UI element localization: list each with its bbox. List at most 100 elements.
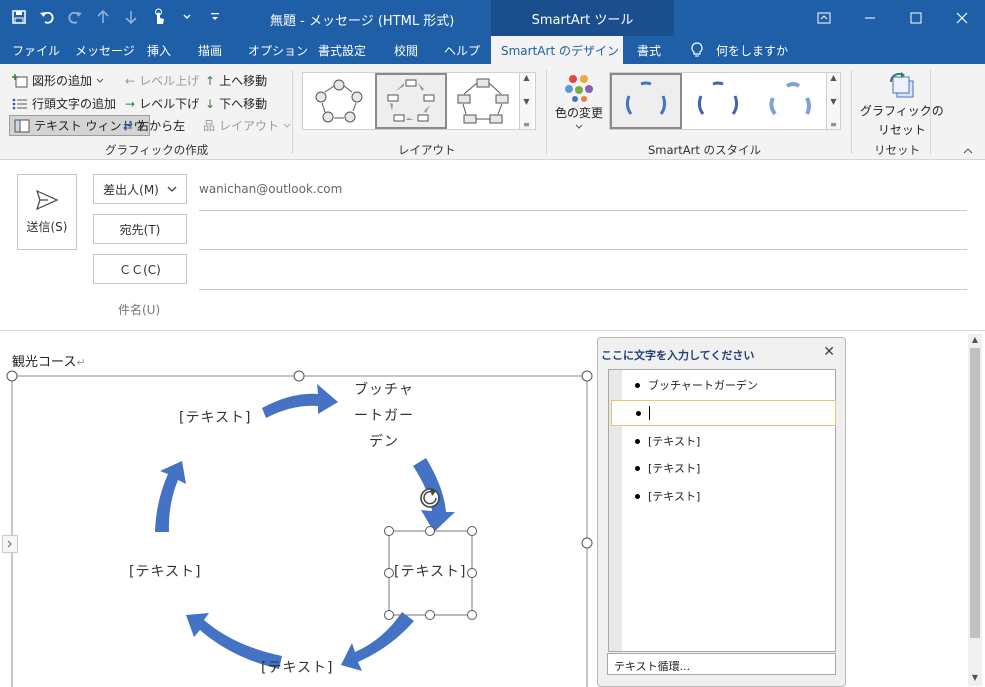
title-bar: 無題 - メッセージ (HTML 形式) SmartArt ツール — [0, 0, 985, 36]
style-moderate[interactable] — [682, 73, 754, 129]
send-icon — [36, 189, 58, 210]
up-arrow-icon[interactable] — [94, 8, 112, 26]
right-to-left-button[interactable]: ⇄ 右から左 — [123, 117, 185, 134]
text-pane-icon — [14, 119, 30, 132]
text-pane-item-text: [テキスト] — [648, 462, 701, 475]
arrow-right-icon: → — [125, 96, 136, 111]
gallery-scrollbar[interactable]: ▲ ▼ ≡ — [826, 73, 840, 129]
tab-file[interactable]: ファイル — [12, 36, 60, 64]
text-pane-list[interactable]: ブッチャートガーデン [テキスト] [テキスト] [テキスト] — [608, 369, 836, 652]
from-address: wanichan@outlook.com — [199, 182, 343, 196]
ribbon-display-icon[interactable] — [801, 0, 847, 36]
text-pane-item-text: ブッチャートガーデン — [648, 379, 758, 392]
smartart-node-3[interactable]: [テキスト] — [261, 657, 334, 677]
from-button[interactable]: 差出人(M) — [93, 174, 187, 204]
chevron-down-icon[interactable] — [178, 8, 196, 26]
cycle-arrow-5 — [155, 461, 186, 532]
down-arrow-icon[interactable] — [122, 8, 140, 26]
cc-button[interactable]: ＣＣ(C) — [93, 254, 187, 284]
change-colors-button[interactable]: 色の変更 — [555, 72, 603, 131]
move-down-label: 下へ移動 — [219, 97, 268, 111]
to-field[interactable] — [199, 249, 967, 250]
smartart-text-pane: ここに文字を入力してください ✕ ブッチャートガーデン [テキスト] [テキスト… — [597, 337, 846, 687]
redo-icon[interactable] — [66, 8, 84, 26]
text-pane-footer-link[interactable]: テキスト循環... — [607, 653, 836, 675]
from-underline — [199, 210, 967, 211]
cycle-arrow-3 — [341, 612, 414, 671]
smartart-node-2[interactable]: [テキスト] — [394, 561, 467, 581]
send-button[interactable]: 送信(S) — [17, 174, 77, 250]
reset-graphic-label: グラフィックの — [860, 104, 944, 118]
layout-basic-cycle[interactable] — [303, 73, 375, 129]
minimize-icon[interactable] — [847, 0, 893, 36]
tab-insert[interactable]: 挿入 — [147, 36, 171, 64]
save-icon[interactable] — [10, 8, 28, 26]
ribbon: 図形の追加 行頭文字の追加 テキスト ウィンドウ ← レベル上げ → レベル下げ… — [0, 64, 985, 160]
demote-button[interactable]: → レベル下げ — [125, 95, 199, 112]
scroll-up-icon[interactable]: ▲ — [968, 335, 982, 347]
smartart-node-title[interactable]: ブッチャ ートガー デン — [344, 377, 424, 455]
reset-graphic-icon — [889, 72, 914, 98]
style-intense[interactable] — [754, 73, 826, 129]
move-up-button[interactable]: ↑ 上へ移動 — [205, 72, 267, 89]
group-separator — [546, 70, 547, 154]
text-pane-toggle[interactable] — [2, 535, 18, 553]
chevron-right-icon — [7, 540, 12, 548]
smartart-node-4[interactable]: [テキスト] — [129, 561, 202, 581]
add-shape-button[interactable]: 図形の追加 — [12, 72, 104, 89]
tab-options[interactable]: オプション — [248, 36, 308, 64]
tab-help[interactable]: ヘルプ — [444, 36, 480, 64]
close-icon[interactable]: ✕ — [823, 344, 835, 360]
text-pane-item-text: [テキスト] — [648, 490, 701, 503]
gallery-scrollbar[interactable]: ▲ ▼ ≡ — [519, 73, 533, 129]
scrollbar-thumb[interactable] — [970, 348, 980, 638]
org-chart-icon: 品 — [203, 119, 216, 133]
layout-text-cycle[interactable] — [375, 73, 447, 129]
touch-mode-icon[interactable] — [150, 8, 168, 26]
tab-draw[interactable]: 描画 — [198, 36, 222, 64]
rotate-handle-icon[interactable] — [420, 488, 440, 508]
layout-gallery: ▲ ▼ ≡ — [302, 72, 536, 130]
text-pane-item[interactable]: [テキスト] — [623, 483, 835, 509]
text-pane-item-active[interactable] — [611, 400, 836, 426]
maximize-icon[interactable] — [893, 0, 939, 36]
tab-review[interactable]: 校閲 — [394, 36, 418, 64]
tab-format-text[interactable]: 書式設定 — [318, 36, 366, 64]
demote-label: レベル下げ — [139, 97, 200, 111]
text-pane-item[interactable]: [テキスト] — [623, 455, 835, 481]
move-down-button[interactable]: ↓ 下へ移動 — [205, 95, 267, 112]
tell-me-icon[interactable] — [690, 36, 704, 64]
bullet-icon — [635, 438, 640, 444]
chevron-down-icon — [167, 186, 177, 192]
ribbon-tabs: ファイル メッセージ 挿入 描画 オプション 書式設定 校閲 ヘルプ Smart… — [0, 36, 985, 64]
customize-icon[interactable] — [206, 8, 224, 26]
tab-smartart-design[interactable]: SmartArt のデザイン — [491, 36, 623, 64]
close-icon[interactable] — [939, 0, 985, 36]
style-intense-icon — [769, 82, 811, 116]
chevron-down-icon — [96, 78, 104, 83]
layout-dropdown-button[interactable]: 品 レイアウト — [203, 117, 291, 134]
chevron-down-icon — [283, 123, 291, 128]
tab-tell-me[interactable]: 何をしますか — [716, 36, 788, 64]
text-pane-item[interactable]: [テキスト] — [623, 428, 835, 454]
layout-block-cycle[interactable] — [447, 73, 519, 129]
add-bullet-button[interactable]: 行頭文字の追加 — [12, 95, 116, 112]
undo-icon[interactable] — [38, 8, 56, 26]
swap-icon: ⇄ — [123, 118, 134, 133]
scroll-down-icon[interactable]: ▼ — [968, 673, 982, 685]
smartart-graphic[interactable] — [0, 332, 600, 687]
chevron-down-icon — [575, 124, 583, 129]
text-pane-item-text: [テキスト] — [648, 435, 701, 448]
text-cycle-icon — [387, 79, 435, 122]
smartart-node-5[interactable]: [テキスト] — [179, 407, 252, 427]
promote-button[interactable]: ← レベル上げ — [125, 72, 199, 89]
style-simple[interactable] — [610, 73, 682, 129]
tab-message[interactable]: メッセージ — [75, 36, 135, 64]
to-button[interactable]: 宛先(T) — [93, 214, 187, 244]
tab-format[interactable]: 書式 — [637, 36, 661, 64]
collapse-ribbon-icon[interactable] — [963, 144, 973, 158]
cc-field[interactable] — [199, 289, 967, 290]
vertical-scrollbar[interactable]: ▲ ▼ — [968, 334, 982, 686]
text-pane-item[interactable]: ブッチャートガーデン — [623, 372, 835, 398]
reset-graphic-button[interactable]: グラフィックの リセット — [860, 72, 944, 138]
